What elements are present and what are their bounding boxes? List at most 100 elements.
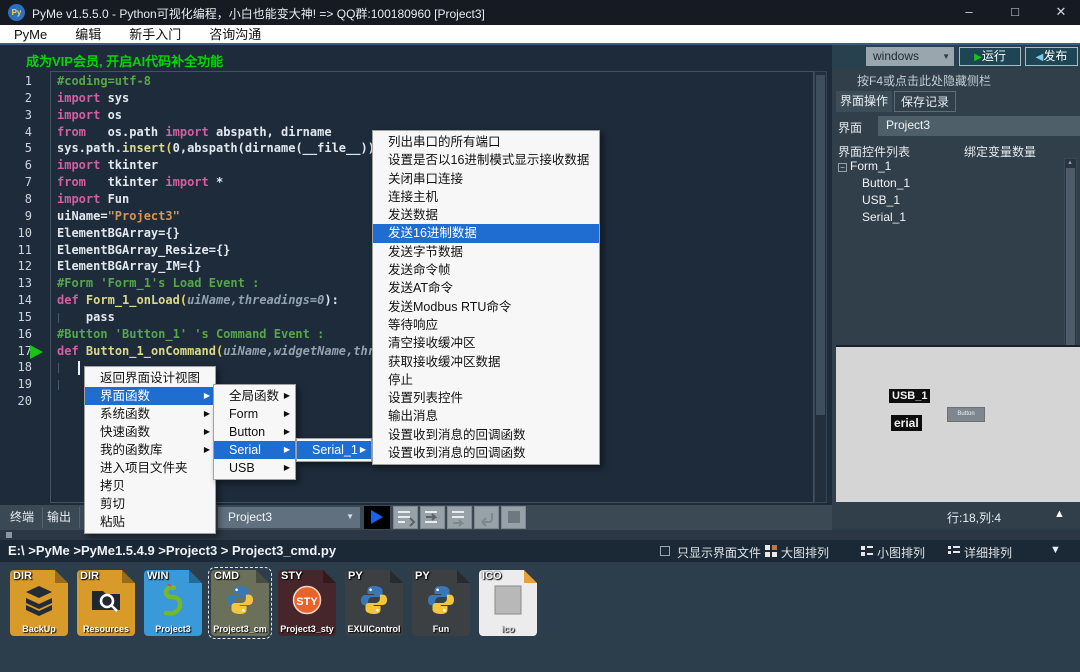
file-type-badge: STY: [281, 570, 302, 582]
context-menu-item-3[interactable]: 系统函数▶: [85, 405, 215, 423]
preview-serial-label[interactable]: erial: [891, 415, 922, 431]
current-line-arrow-icon: [30, 345, 43, 359]
vip-banner[interactable]: 成为VIP会员, 开启AI代码补全功能: [26, 51, 223, 70]
code-line-2[interactable]: 2import sys: [0, 91, 830, 108]
run-button[interactable]: ▶运行: [959, 47, 1021, 66]
small-icons-view-icon[interactable]: [861, 545, 873, 557]
tree-node-button_1[interactable]: Button_1: [862, 176, 910, 190]
serial-cmd-menu-item-2[interactable]: 设置是否以16进制模式显示接收数据: [373, 151, 599, 169]
show-ui-files-checkbox[interactable]: [660, 546, 670, 556]
tree-node-usb_1[interactable]: USB_1: [862, 193, 900, 207]
large-icons-view-label[interactable]: 大图排列: [781, 544, 829, 561]
minimize-button[interactable]: –: [946, 0, 992, 25]
context-menu-item-8[interactable]: 剪切: [85, 495, 215, 513]
context-menu-item-1[interactable]: 返回界面设计视图: [85, 369, 215, 387]
show-ui-files-label[interactable]: 只显示界面文件: [677, 544, 761, 561]
menu-item-3[interactable]: 新手入门: [115, 25, 195, 44]
serial-cmd-menu-item-4[interactable]: 连接主机: [373, 188, 599, 206]
serial-cmd-menu-item-7[interactable]: 发送字节数据: [373, 243, 599, 261]
menu-item-2[interactable]: 编辑: [61, 25, 115, 44]
ui-func-menu-item-5[interactable]: USB▶: [214, 459, 295, 477]
close-button[interactable]: ✕: [1038, 0, 1080, 25]
serial-cmd-menu-item-17[interactable]: 设置收到消息的回调函数: [373, 426, 599, 444]
menu-item-1[interactable]: PyMe: [0, 25, 61, 44]
windows-target-dropdown[interactable]: windows ▼: [866, 47, 954, 66]
detail-view-label[interactable]: 详细排列: [964, 544, 1012, 561]
file-icon-project3_cm[interactable]: CMDProject3_cm: [211, 570, 269, 636]
page-fold-corner: [524, 570, 537, 583]
file-icon-project3[interactable]: WINProject3: [144, 570, 202, 636]
bound-vars-header: 绑定变量数量: [964, 143, 1036, 160]
file-type-badge: CMD: [214, 570, 239, 582]
serial-cmd-menu-item-3[interactable]: 关闭串口连接: [373, 170, 599, 188]
preview-usb-label[interactable]: USB_1: [889, 389, 930, 403]
form-preview-canvas[interactable]: USB_1 erial Button: [836, 345, 1080, 502]
detail-view-icon[interactable]: [948, 545, 960, 557]
serial-cmd-menu-item-8[interactable]: 发送命令帧: [373, 261, 599, 279]
code-line-1[interactable]: 1#coding=utf-8: [0, 74, 830, 91]
splitter-handle[interactable]: [6, 532, 12, 538]
serial-cmd-menu-item-6[interactable]: 发送16进制数据: [373, 224, 599, 242]
serial-cmd-menu-item-12[interactable]: 清空接收缓冲区: [373, 334, 599, 352]
serial-cmd-menu-item-10[interactable]: 发送Modbus RTU命令: [373, 298, 599, 316]
serial-cmd-menu-item-15[interactable]: 设置列表控件: [373, 389, 599, 407]
publish-button[interactable]: ◀发布: [1025, 47, 1078, 66]
tree-scroll-thumb[interactable]: [1066, 168, 1075, 366]
breadcrumb-path[interactable]: E:\ >PyMe >PyMe1.5.4.9 >Project3 > Proje…: [8, 543, 336, 558]
context-menu-item-2[interactable]: 界面函数▶: [85, 387, 215, 405]
more-views-icon[interactable]: ▼: [1050, 544, 1061, 556]
ico-icon: [492, 584, 524, 616]
hide-sidebar-hint[interactable]: 按F4或点击此处隐藏侧栏: [857, 72, 991, 89]
debug-undo-button[interactable]: [474, 506, 499, 529]
tab-save-history[interactable]: 保存记录: [894, 91, 956, 112]
maximize-button[interactable]: □: [992, 0, 1038, 25]
tree-node-form1[interactable]: −Form_1: [838, 159, 891, 173]
ui-func-menu-item-3[interactable]: Button▶: [214, 423, 295, 441]
ui-project-dropdown[interactable]: Project3 ▼: [878, 116, 1080, 136]
code-line-3[interactable]: 3import os: [0, 108, 830, 125]
small-icons-view-label[interactable]: 小图排列: [877, 544, 925, 561]
tree-node-serial_1[interactable]: Serial_1: [862, 210, 906, 224]
scroll-up-icon[interactable]: ▲: [1067, 160, 1073, 166]
debug-stop-button[interactable]: [501, 506, 526, 529]
context-menu-item-4[interactable]: 快速函数▶: [85, 423, 215, 441]
collapse-up-icon[interactable]: ▲: [1054, 508, 1065, 520]
menu-item-label: Button: [214, 425, 265, 439]
file-icon-backup[interactable]: DIRBackUp: [10, 570, 68, 636]
ui-func-menu-item-4[interactable]: Serial▶: [214, 441, 295, 459]
bottom-tab-1[interactable]: 终端: [2, 507, 43, 528]
serial-cmd-menu-item-5[interactable]: 发送数据: [373, 206, 599, 224]
file-icon-fun[interactable]: PYFun: [412, 570, 470, 636]
ui-func-menu-item-1[interactable]: 全局函数▶: [214, 387, 295, 405]
context-menu-item-6[interactable]: 进入项目文件夹: [85, 459, 215, 477]
serial-cmd-menu-item-11[interactable]: 等待响应: [373, 316, 599, 334]
file-icon-resources[interactable]: DIRResources: [77, 570, 135, 636]
context-menu-item-7[interactable]: 拷贝: [85, 477, 215, 495]
serial-cmd-menu-item-14[interactable]: 停止: [373, 371, 599, 389]
context-menu-item-5[interactable]: 我的函数库▶: [85, 441, 215, 459]
file-icon-exuicontrol[interactable]: PYEXUIControl: [345, 570, 403, 636]
run-project-dropdown[interactable]: Project3 ▼: [218, 507, 360, 528]
debug-run-button[interactable]: [364, 506, 390, 529]
menu-item-label: 发送命令帧: [373, 263, 451, 277]
context-menu-item-9[interactable]: 粘贴: [85, 513, 215, 531]
debug-step-out-button[interactable]: [447, 506, 472, 529]
serial-cmd-menu-item-13[interactable]: 获取接收缓冲区数据: [373, 353, 599, 371]
file-icon-project3_sty[interactable]: STYSTYProject3_sty: [278, 570, 336, 636]
file-icon-ico[interactable]: ICOico: [479, 570, 537, 636]
serial-cmd-menu-item-18[interactable]: 设置收到消息的回调函数: [373, 444, 599, 462]
menu-item-4[interactable]: 咨询沟通: [195, 25, 275, 44]
debug-step-over-button[interactable]: [420, 506, 445, 529]
serial-cmd-menu-item-1[interactable]: 列出串口的所有端口: [373, 133, 599, 151]
serial-inst-menu-item-1[interactable]: Serial_1▶: [297, 441, 371, 459]
large-icons-view-icon[interactable]: [765, 545, 777, 557]
tab-ui-operations[interactable]: 界面操作: [836, 91, 892, 112]
ui-func-menu-item-2[interactable]: Form▶: [214, 405, 295, 423]
preview-button-widget[interactable]: Button: [947, 407, 985, 422]
serial-cmd-menu-item-16[interactable]: 输出消息: [373, 407, 599, 425]
tree-collapse-icon[interactable]: −: [838, 163, 847, 172]
bottom-tab-2[interactable]: 输出: [39, 507, 80, 528]
submenu-arrow-icon: ▶: [284, 441, 290, 459]
serial-cmd-menu-item-9[interactable]: 发送AT命令: [373, 279, 599, 297]
debug-step-into-button[interactable]: [393, 506, 418, 529]
